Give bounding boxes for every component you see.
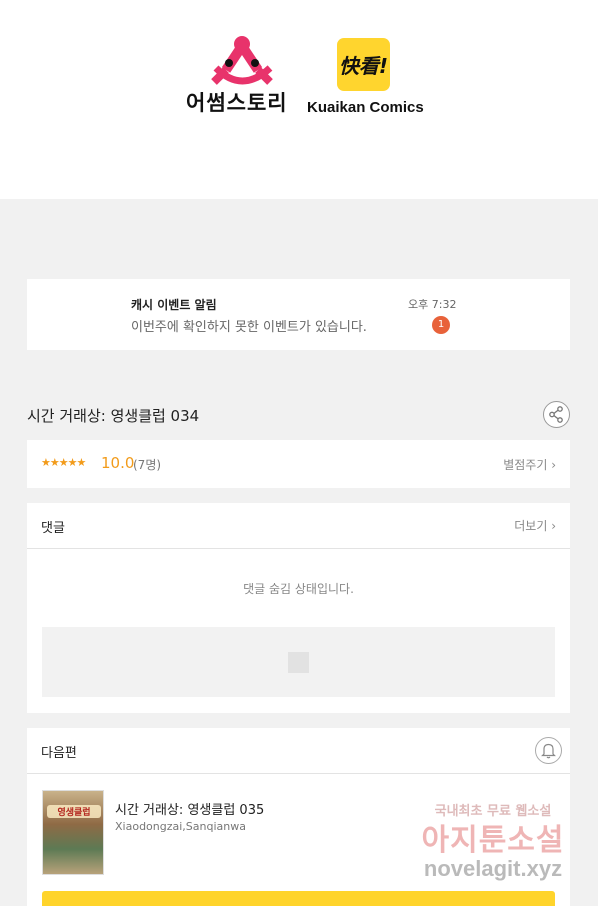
next-episode-author: Xiaodongzai,Sanqianwa	[115, 820, 246, 833]
rating-stars: ★★★★★	[41, 456, 86, 469]
episode-title: 시간 거래상: 영생클럽 034	[27, 407, 200, 425]
next-episode-thumbnail[interactable]: 영생클럽	[42, 790, 104, 875]
comments-hidden-message: 댓글 숨김 상태입니다.	[243, 582, 354, 596]
next-episode-header: 다음편	[27, 728, 570, 774]
comments-header: 댓글 더보기 ›	[27, 503, 570, 549]
rating-bar: ★★★★★ 10.0 (7명) 별점주기 ›	[27, 440, 570, 488]
event-notification[interactable]: 캐시 이벤트 알림 이번주에 확인하지 못한 이벤트가 있습니다. 오후 7:3…	[27, 279, 570, 350]
notify-button[interactable]	[535, 737, 562, 764]
rating-count: (7명)	[133, 458, 162, 472]
comments-section: 댓글 더보기 › 댓글 숨김 상태입니다.	[27, 503, 570, 713]
kuaikan-logo-mark: 快看!	[338, 54, 389, 78]
thumbnail-title-text: 영생클럽	[47, 805, 101, 818]
notification-count-badge: 1	[432, 316, 450, 334]
image-placeholder-icon	[288, 652, 309, 673]
next-episode-title[interactable]: 시간 거래상: 영생클럽 035	[115, 799, 264, 818]
next-episode-title-label: 다음편	[41, 746, 77, 761]
kuaikan-logo-icon: 快看!	[337, 38, 390, 91]
awesome-story-logo-text: 어썸스토리	[186, 91, 288, 115]
rating-value: 10.0	[101, 454, 135, 472]
rate-button[interactable]: 별점주기 ›	[503, 456, 556, 473]
notification-title: 캐시 이벤트 알림	[131, 298, 217, 312]
ad-placeholder	[42, 627, 555, 697]
bell-icon	[541, 743, 556, 759]
share-button[interactable]	[543, 401, 570, 428]
comments-more-button[interactable]: 더보기 ›	[514, 517, 556, 534]
watermark-url: novelagit.xyz	[423, 856, 563, 881]
watermark-brand: 아지툰소설	[421, 823, 565, 858]
kuaikan-logo-text: Kuaikan Comics	[307, 99, 424, 116]
comments-title: 댓글	[41, 521, 65, 536]
notification-time: 오후 7:32	[408, 298, 457, 311]
next-episode-button[interactable]	[42, 891, 555, 906]
share-icon	[549, 406, 563, 423]
publisher-banner: 어썸스토리 快看! Kuaikan Comics	[0, 0, 598, 199]
notification-body: 이번주에 확인하지 못한 이벤트가 있습니다.	[131, 320, 367, 335]
